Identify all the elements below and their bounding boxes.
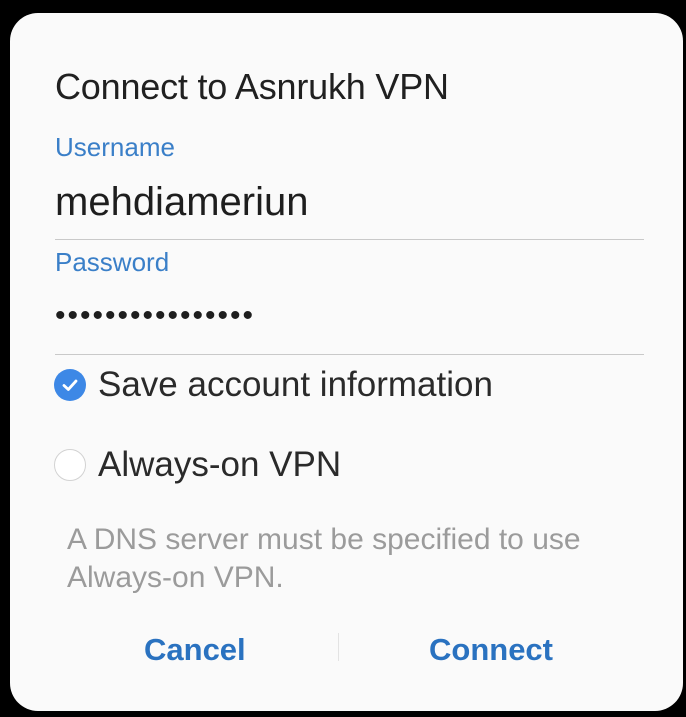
always-on-vpn-checkbox[interactable]: Always-on VPN [54, 445, 341, 485]
password-underline [55, 354, 644, 355]
screenshot-frame: Connect to Asnrukh VPN Username mehdiame… [0, 0, 686, 717]
dialog-title: Connect to Asnrukh VPN [55, 66, 449, 107]
vpn-connect-dialog: Connect to Asnrukh VPN Username mehdiame… [10, 13, 683, 711]
password-label: Password [55, 247, 170, 277]
cancel-button[interactable]: Cancel [144, 629, 246, 671]
checkmark-circle-icon [54, 369, 86, 401]
username-label: Username [55, 132, 175, 162]
connect-button[interactable]: Connect [429, 629, 553, 671]
empty-circle-icon [54, 449, 86, 481]
save-account-label: Save account information [98, 365, 493, 404]
dns-requirement-note: A DNS server must be specified to use Al… [67, 523, 581, 594]
password-field[interactable]: •••••••••••••••• [55, 298, 255, 334]
always-on-vpn-label: Always-on VPN [98, 445, 342, 484]
username-underline [55, 239, 644, 240]
username-field[interactable]: mehdiameriun [55, 178, 308, 226]
button-divider [338, 633, 339, 661]
save-account-checkbox[interactable]: Save account information [54, 365, 493, 405]
